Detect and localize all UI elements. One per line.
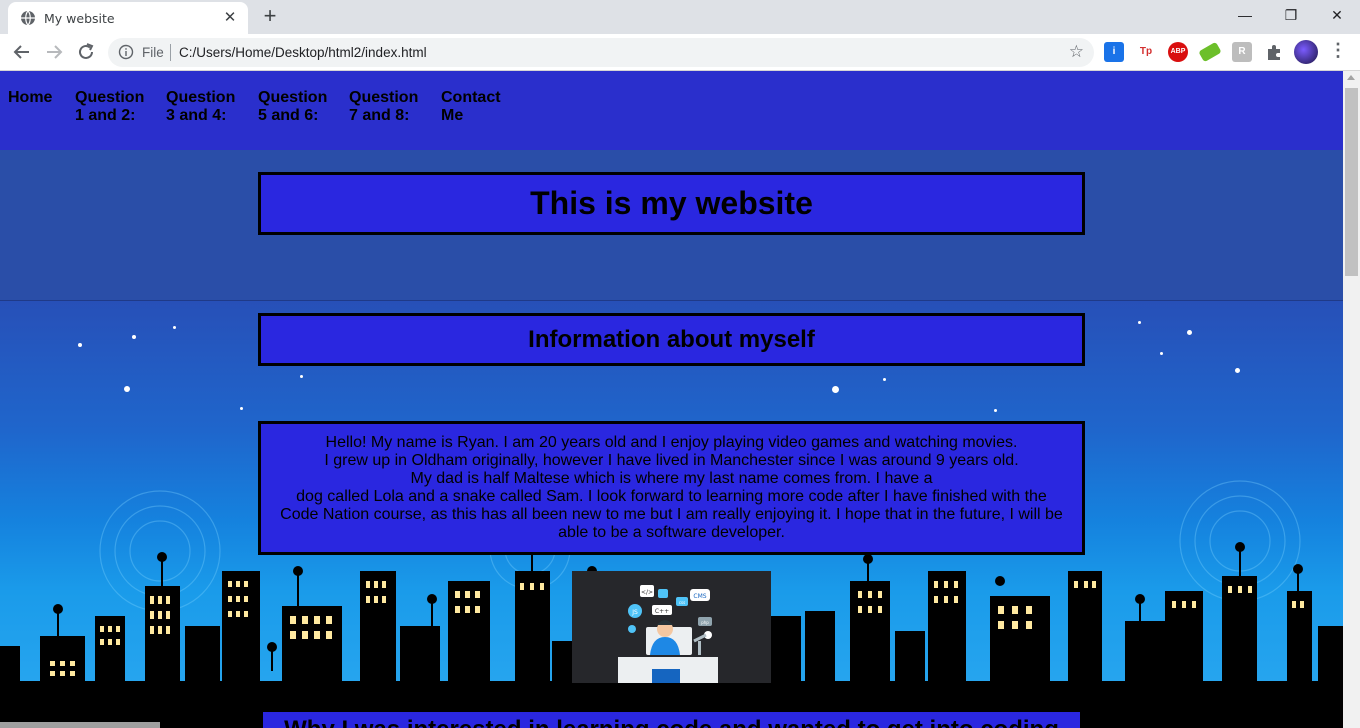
bookmark-star-icon[interactable]: ☆ [1069, 42, 1084, 62]
grey-extension-icon[interactable]: R [1232, 42, 1252, 62]
css-label: css [679, 600, 685, 605]
about-line-3: My dad is half Maltese which is where my… [410, 470, 933, 487]
star [124, 386, 130, 392]
nav-question-5-6[interactable]: Question 5 and 6: [258, 89, 338, 125]
star [994, 409, 997, 412]
nav-label-line2: Me [441, 107, 464, 124]
star [1160, 352, 1163, 355]
developer-illustration-svg: </> CMS JS C++ css php [618, 585, 718, 683]
minimize-button[interactable]: — [1222, 0, 1268, 30]
about-line-4: dog called Lola and a snake called Sam. … [280, 488, 1063, 541]
nav-home-label: Home [8, 89, 53, 106]
file-scheme-label: File [142, 45, 164, 60]
browser-toolbar: File C:/Users/Home/Desktop/html2/index.h… [0, 34, 1360, 71]
info-icon[interactable] [118, 44, 134, 60]
adblock-plus-icon[interactable]: ABP [1168, 42, 1188, 62]
cms-label: CMS [693, 593, 706, 600]
nav-label-line2: 3 and 4: [166, 107, 227, 124]
site-nav-bar: Home Question 1 and 2: Question 3 and 4:… [0, 71, 1343, 150]
new-tab-button[interactable]: + [258, 5, 282, 29]
green-extension-icon[interactable] [1198, 41, 1222, 63]
bottom-heading: Why I was interested in learning code an… [263, 712, 1080, 728]
close-window-button[interactable]: ✕ [1314, 0, 1360, 30]
address-bar[interactable]: File C:/Users/Home/Desktop/html2/index.h… [108, 38, 1094, 67]
about-line-2: I grew up in Oldham originally, however … [324, 452, 1019, 469]
profile-avatar[interactable] [1294, 40, 1318, 64]
tp-extension-icon[interactable]: Tp [1136, 42, 1156, 62]
tab-title: My website [44, 11, 115, 26]
restore-button[interactable]: ❐ [1268, 0, 1314, 30]
nav-label-line1: Question [166, 89, 236, 106]
star [1138, 321, 1141, 324]
page-title: This is my website [530, 185, 813, 221]
puzzle-extensions-icon[interactable] [1264, 42, 1284, 62]
section-heading: Information about myself [528, 326, 815, 353]
star [173, 326, 176, 329]
star [300, 375, 303, 378]
page-viewport: Home Question 1 and 2: Question 3 and 4:… [0, 71, 1343, 728]
nav-label-line2: 5 and 6: [258, 107, 319, 124]
globe-icon [21, 10, 35, 26]
js-label: JS [631, 609, 638, 616]
star [883, 378, 886, 381]
tab-strip: My website ✕ + — ❐ ✕ [0, 0, 1360, 34]
star [78, 343, 82, 347]
nav-label-line1: Question [258, 89, 328, 106]
nav-question-3-4[interactable]: Question 3 and 4: [166, 89, 246, 125]
star [1235, 368, 1240, 373]
cpp-label: C++ [655, 608, 669, 615]
info-extension-icon[interactable]: i [1104, 42, 1124, 62]
code-tag-label: </> [641, 589, 653, 596]
back-arrow-icon[interactable] [10, 40, 34, 64]
scrollbar-thumb[interactable] [1345, 88, 1358, 276]
tab-close-icon[interactable]: ✕ [220, 8, 240, 28]
url-text[interactable]: C:/Users/Home/Desktop/html2/index.html [179, 45, 427, 60]
forward-arrow-icon[interactable] [42, 40, 66, 64]
menu-kebab-icon[interactable]: ⋮ [1328, 41, 1348, 62]
section-heading-box: Information about myself [258, 313, 1085, 366]
nav-label-line1: Question [75, 89, 145, 106]
main-heading-box: This is my website [258, 172, 1085, 235]
nav-label-line2: 1 and 2: [75, 107, 136, 124]
nav-label-line1: Contact [441, 89, 501, 106]
nav-contact-me[interactable]: Contact Me [441, 89, 521, 125]
nav-label-line1: Question [349, 89, 419, 106]
star [1187, 330, 1192, 335]
about-paragraph-box: Hello! My name is Ryan. I am 20 years ol… [258, 421, 1085, 555]
nav-label-line2: 7 and 8: [349, 107, 410, 124]
php-label: php [701, 620, 709, 625]
star [832, 386, 839, 393]
reload-icon[interactable] [74, 40, 98, 64]
about-line-1: Hello! My name is Ryan. I am 20 years ol… [325, 434, 1018, 451]
star [132, 335, 136, 339]
nav-question-1-2[interactable]: Question 1 and 2: [75, 89, 155, 125]
star [240, 407, 243, 410]
omnibox-separator [170, 44, 171, 61]
scroll-up-arrow-icon[interactable] [1347, 75, 1355, 80]
horizontal-scrollbar[interactable] [0, 722, 160, 728]
bottom-heading-box: Why I was interested in learning code an… [260, 709, 1083, 728]
nav-question-7-8[interactable]: Question 7 and 8: [349, 89, 429, 125]
browser-tab[interactable]: My website ✕ [8, 2, 248, 34]
vertical-scrollbar[interactable] [1343, 71, 1360, 728]
developer-illustration: </> CMS JS C++ css php [572, 571, 771, 683]
